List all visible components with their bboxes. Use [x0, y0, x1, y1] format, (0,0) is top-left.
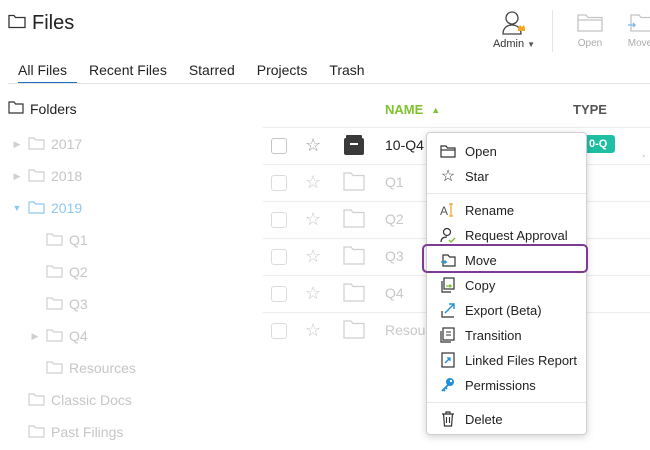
folder-icon — [46, 264, 63, 281]
copy-icon — [440, 277, 456, 293]
tree-item-q2[interactable]: Q2 — [30, 262, 88, 282]
menu-item-star[interactable]: ☆ Star — [427, 164, 586, 188]
row-checkbox[interactable] — [271, 249, 287, 265]
folder-icon — [8, 12, 26, 35]
tab-divider — [8, 83, 650, 84]
menu-item-export[interactable]: Export (Beta) — [427, 298, 586, 322]
folder-icon — [28, 424, 45, 441]
folder-open-icon — [440, 143, 456, 159]
transition-icon — [440, 327, 456, 343]
star-icon[interactable]: ☆ — [305, 135, 321, 156]
menu-item-rename[interactable]: A Rename — [427, 198, 586, 222]
folder-icon — [343, 282, 365, 307]
file-box-icon — [343, 134, 365, 161]
row-name[interactable]: 10-Q4 — [385, 137, 424, 153]
tree-item-2018[interactable]: ▶ 2018 — [12, 166, 83, 186]
folder-icon — [343, 171, 365, 196]
folder-icon — [46, 328, 63, 345]
user-name: Admin — [492, 38, 525, 50]
tree-item-2017[interactable]: ▶ 2017 — [12, 134, 83, 154]
type-badge: 0-Q — [583, 135, 616, 153]
folders-header: Folders — [8, 100, 77, 117]
tree-item-resources[interactable]: Resources — [30, 358, 136, 378]
tab-starred[interactable]: Starred — [179, 62, 247, 84]
tab-trash[interactable]: Trash — [319, 62, 376, 84]
permissions-icon — [440, 377, 456, 393]
folder-icon — [343, 208, 365, 233]
row-overflow-mark: · — [642, 150, 646, 162]
row-checkbox[interactable] — [271, 212, 287, 228]
chevron-right-icon[interactable]: ▶ — [12, 171, 22, 182]
tab-projects[interactable]: Projects — [247, 62, 320, 84]
folder-icon — [28, 136, 45, 153]
row-checkbox[interactable] — [271, 286, 287, 302]
chevron-right-icon[interactable]: ▶ — [30, 331, 40, 342]
tree-item-past-filings[interactable]: Past Filings — [12, 422, 123, 442]
row-name[interactable]: Q2 — [385, 211, 404, 227]
trash-icon — [440, 411, 456, 427]
menu-item-permissions[interactable]: Permissions — [427, 373, 586, 397]
menu-item-delete[interactable]: Delete — [427, 407, 586, 431]
menu-item-transition[interactable]: Transition — [427, 323, 586, 347]
tree-item-q3[interactable]: Q3 — [30, 294, 88, 314]
chevron-down-icon[interactable]: ▼ — [12, 203, 22, 213]
move-highlight-outline — [422, 244, 588, 273]
folder-open-icon — [570, 12, 610, 32]
avatar — [501, 10, 527, 36]
toolbar-divider — [552, 10, 553, 52]
export-icon — [440, 302, 456, 318]
row-name[interactable]: Q1 — [385, 174, 404, 190]
folder-icon — [343, 245, 365, 270]
context-menu: Open ☆ Star A Rename Request Approval Mo… — [426, 132, 587, 435]
row-name[interactable]: Q3 — [385, 248, 404, 264]
menu-divider — [427, 193, 586, 194]
folder-icon — [8, 100, 24, 117]
tab-all-files[interactable]: All Files — [8, 62, 79, 84]
chevron-down-icon: ▼ — [527, 39, 536, 49]
folder-icon — [28, 200, 45, 217]
star-icon[interactable]: ☆ — [305, 246, 321, 267]
folder-icon — [46, 296, 63, 313]
folder-icon — [46, 360, 63, 377]
menu-item-open[interactable]: Open — [427, 139, 586, 163]
page-title: Files — [8, 12, 74, 35]
tree-item-q4[interactable]: ▶ Q4 — [30, 326, 88, 346]
column-header-name[interactable]: NAME ▲ — [385, 102, 440, 117]
svg-text:A: A — [440, 204, 448, 217]
sort-ascending-icon: ▲ — [431, 104, 441, 115]
folder-icon — [28, 168, 45, 185]
linked-files-icon — [440, 352, 456, 368]
menu-divider — [427, 402, 586, 403]
row-name[interactable]: Q4 — [385, 285, 404, 301]
row-name[interactable]: Resou — [385, 322, 425, 338]
menu-item-linked-files-report[interactable]: Linked Files Report — [427, 348, 586, 372]
folder-icon — [343, 319, 365, 344]
menu-item-copy[interactable]: Copy — [427, 273, 586, 297]
column-header-type[interactable]: TYPE — [573, 102, 607, 117]
folder-icon — [46, 232, 63, 249]
open-button[interactable]: Open — [570, 12, 610, 49]
folder-icon — [28, 392, 45, 409]
rename-icon: A — [440, 202, 456, 218]
star-icon[interactable]: ☆ — [305, 283, 321, 304]
move-icon — [620, 12, 650, 32]
row-checkbox[interactable] — [271, 175, 287, 191]
star-icon[interactable]: ☆ — [305, 172, 321, 193]
move-button[interactable]: Move — [620, 12, 650, 49]
approval-icon — [440, 227, 456, 243]
star-icon[interactable]: ☆ — [305, 320, 321, 341]
row-checkbox[interactable] — [271, 323, 287, 339]
star-icon[interactable]: ☆ — [305, 209, 321, 230]
user-menu[interactable]: Admin ▼ — [488, 10, 540, 50]
row-checkbox[interactable] — [271, 138, 287, 154]
chevron-right-icon[interactable]: ▶ — [12, 139, 22, 150]
star-icon: ☆ — [440, 168, 456, 185]
tab-recent-files[interactable]: Recent Files — [79, 62, 179, 84]
tree-item-q1[interactable]: Q1 — [30, 230, 88, 250]
tree-item-classic-docs[interactable]: Classic Docs — [12, 390, 132, 410]
tree-item-2019[interactable]: ▼ 2019 — [12, 198, 83, 218]
header: Files Admin ▼ Open Move — [0, 0, 650, 60]
tab-bar: All Files Recent Files Starred Projects … — [8, 62, 377, 84]
